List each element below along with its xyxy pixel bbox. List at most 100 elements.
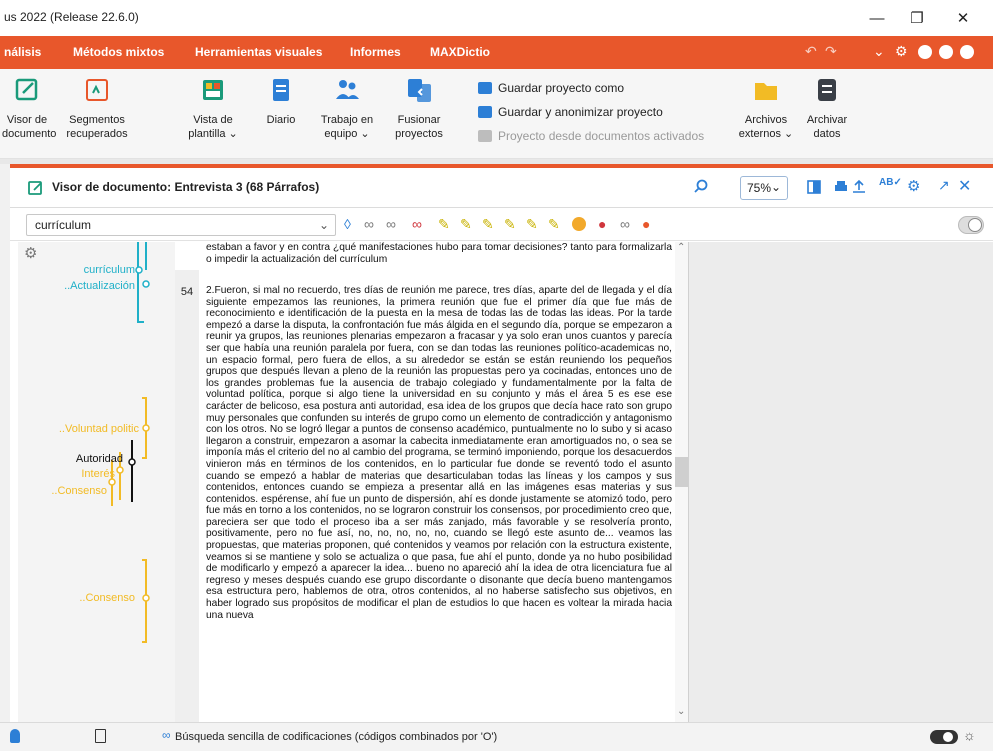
print-icon[interactable] — [833, 179, 849, 195]
search-icon[interactable] — [693, 179, 709, 195]
sun-icon[interactable]: ☼ — [963, 727, 976, 743]
code-select[interactable]: currículum ⌄ — [26, 214, 336, 236]
archivar-datos-button[interactable]: Archivar datos — [800, 75, 854, 141]
save-icon — [478, 82, 492, 94]
ribbon-small-label: Guardar proyecto como — [498, 81, 625, 95]
document-browser-title: Visor de documento: Entrevista 3 (68 Pár… — [52, 180, 320, 194]
status-text: Búsqueda sencilla de codificaciones (cód… — [175, 731, 498, 743]
zoom-select[interactable]: 75% ⌄ — [740, 176, 788, 200]
ribbon-small-label: Proyecto desde documentos activados — [498, 129, 705, 143]
gear-icon[interactable]: ⚙ — [907, 177, 920, 195]
menu-analisis[interactable]: nálisis — [4, 45, 41, 59]
chat-icon[interactable] — [918, 45, 932, 59]
document-edit-icon — [28, 181, 42, 195]
code-stripes-panel: ⚙ currículum ..Actualización ..Voluntad … — [18, 242, 175, 722]
visor-documento-button[interactable]: Visor de documento — [2, 75, 57, 141]
close-icon[interactable]: ✕ — [958, 176, 971, 196]
code-add-icon[interactable]: ∞ — [364, 216, 374, 232]
highlighter-icon[interactable]: ✎ — [526, 216, 538, 233]
code-label-interes[interactable]: Interés — [81, 468, 115, 480]
folder-icon — [478, 130, 492, 142]
panel-icon[interactable] — [807, 180, 821, 194]
menu-maxdictio[interactable]: MAXDictio — [430, 45, 490, 59]
code-label-consenso[interactable]: ..Consenso — [79, 592, 135, 604]
code-label-consenso[interactable]: ..Consenso — [51, 485, 107, 497]
minimize-button[interactable]: — — [857, 4, 897, 32]
edit-toggle[interactable] — [958, 216, 984, 234]
right-pane — [688, 242, 993, 722]
vertical-scrollbar[interactable]: ⌃ ⌄ — [675, 242, 688, 722]
zoom-value: 75% — [747, 181, 772, 195]
anonymize-icon — [478, 106, 492, 118]
proyecto-desde-documentos-button[interactable]: Proyecto desde documentos activados — [478, 129, 704, 143]
pencil-icon — [968, 218, 982, 232]
code-select-value: currículum — [35, 218, 92, 232]
trabajo-equipo-button[interactable]: Trabajo en equipo ⌄ — [318, 75, 376, 141]
merge-icon — [408, 79, 431, 102]
close-button[interactable]: ✕ — [943, 4, 983, 32]
undock-icon[interactable]: ↗ — [938, 177, 950, 194]
help-icon[interactable] — [939, 45, 953, 59]
code-icon[interactable]: ◊ — [344, 216, 351, 232]
archive-icon — [818, 79, 836, 101]
paragraph-previous: estaban a favor y en contra ¿qué manifes… — [206, 242, 672, 265]
link-icon[interactable]: ∞ — [620, 216, 630, 232]
vista-plantilla-button[interactable]: Vista de plantilla ⌄ — [185, 75, 241, 141]
emoticode-icon[interactable] — [572, 217, 586, 231]
ribbon-label: documento — [2, 128, 57, 140]
highlighter-icon[interactable]: ✎ — [460, 216, 472, 233]
code-label-autoridad[interactable]: Autoridad — [76, 453, 123, 465]
highlighter-icon[interactable]: ✎ — [438, 216, 450, 233]
uncode-icon[interactable]: ∞ — [412, 216, 422, 232]
highlighter-icon[interactable]: ✎ — [482, 216, 494, 233]
document-edit-icon — [15, 78, 38, 101]
chevron-down-icon: ⌄ — [770, 180, 781, 194]
user-icon[interactable] — [960, 45, 974, 59]
highlighter-icon[interactable]: ✎ — [548, 216, 560, 233]
code-stripes — [108, 242, 150, 643]
user-icon[interactable] — [10, 729, 20, 743]
archivos-externos-button[interactable]: Archivos externos ⌄ — [738, 75, 794, 141]
ribbon-label: Vista de — [193, 114, 233, 126]
redo-icon[interactable]: ↷ — [825, 43, 837, 60]
toggle-knob — [943, 732, 953, 742]
code-label-voluntad-politica[interactable]: ..Voluntad politic — [59, 423, 139, 435]
title-bar: us 2022 (Release 22.6.0) — ❐ ✕ — [0, 0, 993, 36]
ribbon-label: datos — [813, 128, 841, 140]
scroll-up-icon[interactable]: ⌃ — [677, 242, 685, 253]
segmentos-recuperados-button[interactable]: Segmentos recuperados — [62, 75, 132, 141]
code-label-actualizacion[interactable]: ..Actualización — [64, 280, 135, 292]
paragraph-number: 54 — [175, 284, 199, 722]
highlighter-icon[interactable]: ✎ — [504, 216, 516, 233]
menu-herramientas-visuales[interactable]: Herramientas visuales — [195, 45, 322, 59]
ribbon: Visor de documento Segmentos recuperados… — [0, 69, 993, 159]
menu-metodos-mixtos[interactable]: Métodos mixtos — [73, 45, 164, 59]
spellcheck-icon[interactable]: AB✓ — [879, 177, 902, 188]
gear-icon[interactable]: ⚙ — [895, 43, 908, 60]
memo-icon[interactable]: ● — [642, 216, 650, 232]
ribbon-label: Trabajo en — [320, 114, 374, 126]
export-icon[interactable] — [851, 179, 867, 195]
toggle-switch[interactable] — [930, 730, 958, 744]
document-browser-header: Visor de documento: Entrevista 3 (68 Pár… — [10, 168, 993, 208]
ribbon-label: Archivos — [744, 114, 788, 126]
code-pin-icon[interactable]: ● — [598, 216, 606, 232]
chevron-down-icon[interactable]: ⌄ — [873, 43, 885, 60]
paragraph-54: 2.Fueron, si mal no recuerdo, tres días … — [206, 285, 672, 621]
diario-button[interactable]: Diario — [258, 75, 304, 127]
menu-informes[interactable]: Informes — [350, 45, 401, 59]
scrollbar-thumb[interactable] — [675, 457, 688, 487]
guardar-anonimizar-button[interactable]: Guardar y anonimizar proyecto — [478, 105, 663, 119]
maximize-button[interactable]: ❐ — [897, 4, 937, 32]
document-icon[interactable] — [95, 729, 106, 743]
undo-icon[interactable]: ↶ — [805, 43, 817, 60]
fusionar-proyectos-button[interactable]: Fusionar proyectos — [390, 75, 448, 141]
document-text-area[interactable]: 54 estaban a favor y en contra ¿qué mani… — [175, 242, 675, 722]
guardar-proyecto-como-button[interactable]: Guardar proyecto como — [478, 81, 624, 95]
code-label-curriculum[interactable]: currículum — [84, 264, 135, 276]
team-icon — [336, 80, 359, 99]
scroll-down-icon[interactable]: ⌄ — [677, 706, 685, 717]
code-remove-icon[interactable]: ∞ — [386, 216, 396, 232]
app-window: us 2022 (Release 22.6.0) — ❐ ✕ nálisis M… — [0, 0, 993, 751]
ribbon-label: proyectos — [395, 128, 443, 140]
